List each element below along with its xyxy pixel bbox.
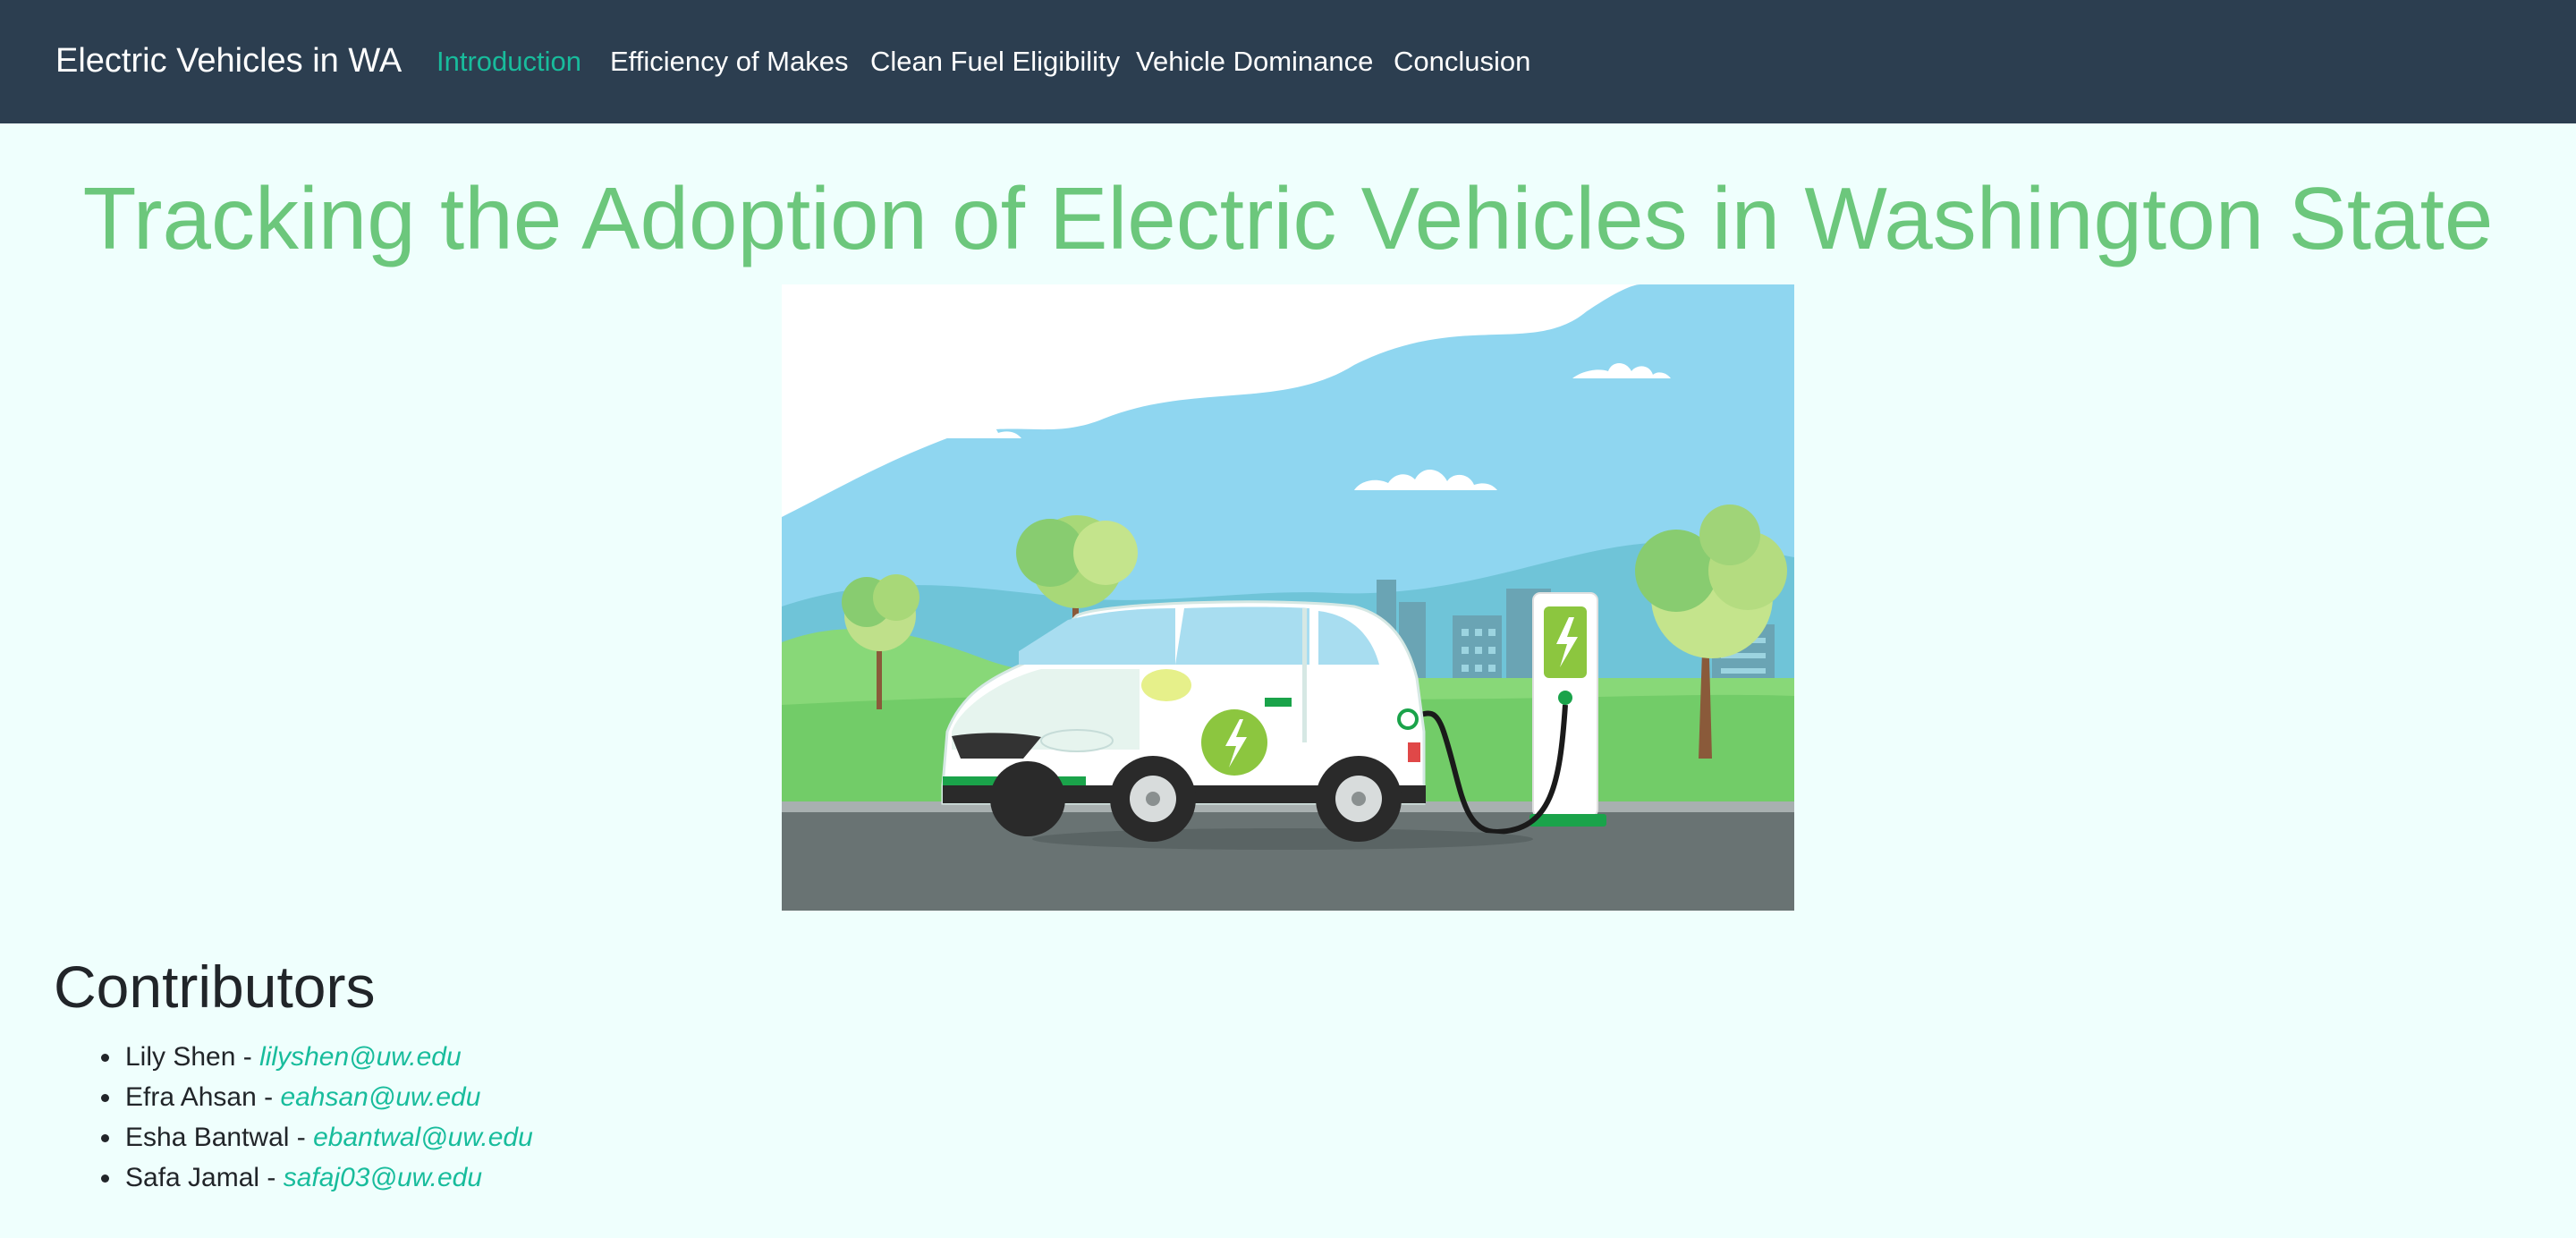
- contributor-email-link[interactable]: lilyshen@uw.edu: [259, 1042, 462, 1072]
- contributor-name: Safa Jamal: [125, 1163, 260, 1192]
- hero-image: [782, 284, 1794, 911]
- contributor-email-link[interactable]: ebantwal@uw.edu: [313, 1123, 533, 1152]
- contributor-entry: Lily Shen - lilyshen@uw.edu: [125, 1038, 462, 1077]
- page-title: Tracking the Adoption of Electric Vehicl…: [82, 169, 2494, 267]
- separator: -: [259, 1163, 284, 1192]
- contributor-name: Lily Shen: [125, 1042, 236, 1072]
- separator: -: [256, 1082, 281, 1112]
- navbar-brand[interactable]: Electric Vehicles in WA: [55, 39, 402, 82]
- separator: -: [289, 1123, 314, 1152]
- nav-link-conclusion[interactable]: Conclusion: [1394, 44, 1530, 80]
- contributor-entry: Efra Ahsan - eahsan@uw.edu: [125, 1078, 480, 1117]
- nav-link-clean-fuel-eligibility[interactable]: Clean Fuel Eligibility: [870, 44, 1120, 80]
- contributor-name: Esha Bantwal: [125, 1123, 290, 1152]
- contributor-email-link[interactable]: safaj03@uw.edu: [284, 1163, 482, 1192]
- navbar: Electric Vehicles in WA Introduction Eff…: [0, 0, 2576, 123]
- contributor-entry: Esha Bantwal - ebantwal@uw.edu: [125, 1118, 533, 1157]
- separator: -: [235, 1042, 260, 1072]
- contributor-name: Efra Ahsan: [125, 1082, 257, 1112]
- nav-link-vehicle-dominance[interactable]: Vehicle Dominance: [1136, 44, 1373, 80]
- nav-link-introduction[interactable]: Introduction: [436, 44, 581, 80]
- contributors-heading: Contributors: [54, 954, 376, 1020]
- bullet-icon: [101, 1054, 109, 1062]
- bullet-icon: [101, 1094, 109, 1102]
- electric-car-charging-illustration-icon: [782, 284, 1794, 911]
- nav-link-efficiency-of-makes[interactable]: Efficiency of Makes: [610, 44, 848, 80]
- bullet-icon: [101, 1174, 109, 1183]
- contributor-entry: Safa Jamal - safaj03@uw.edu: [125, 1158, 482, 1198]
- bullet-icon: [101, 1134, 109, 1142]
- contributor-email-link[interactable]: eahsan@uw.edu: [280, 1082, 480, 1112]
